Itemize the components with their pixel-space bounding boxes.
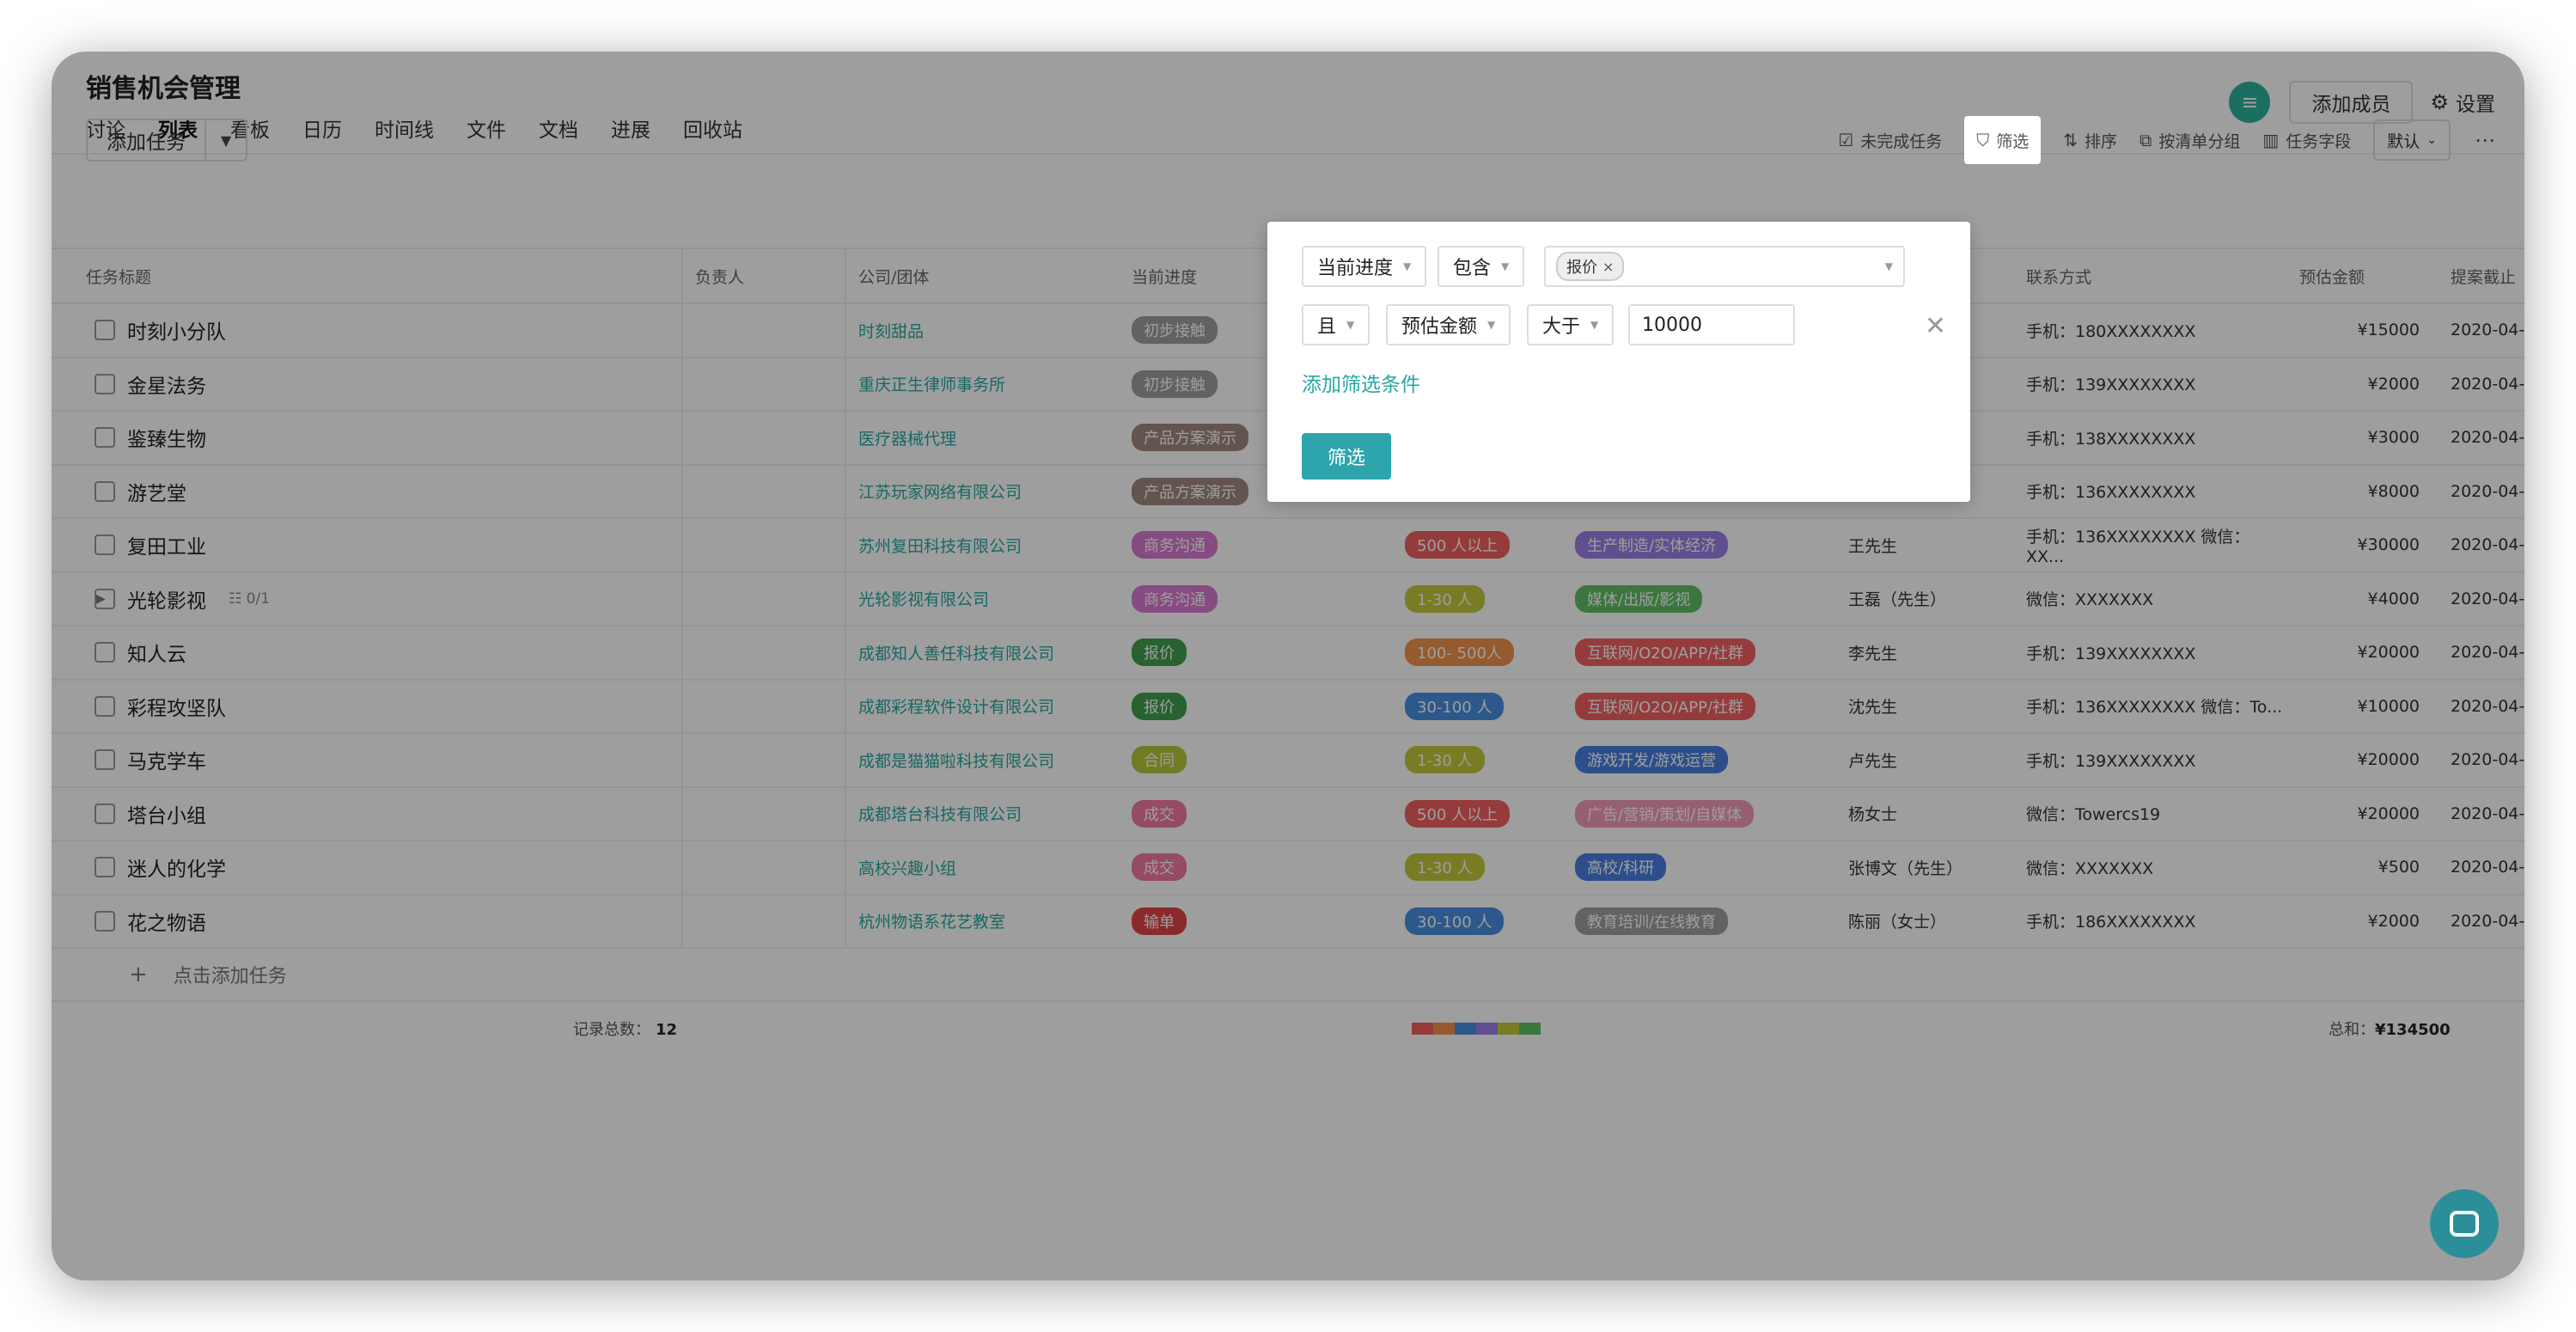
apply-filter-button[interactable]: 筛选: [1302, 433, 1391, 480]
filter-value-multiselect[interactable]: 报价 × ▼: [1544, 246, 1905, 287]
filter-op-1-label: 包含: [1453, 258, 1492, 279]
app-window: 销售机会管理 讨论 列表 看板 日历 时间线 文件 文档 进展 回收站 ≡ 添加…: [52, 52, 2524, 1280]
caret-down-icon: ▼: [1403, 260, 1412, 272]
filter-chip: 报价 ×: [1556, 252, 1625, 281]
chat-bubble-icon: [2450, 1211, 2479, 1237]
chat-button[interactable]: [2430, 1189, 2499, 1258]
filter-chip-label: 报价: [1566, 259, 1597, 277]
add-filter-condition-link[interactable]: 添加筛选条件: [1302, 368, 1420, 397]
close-icon[interactable]: ✕: [1925, 311, 1946, 341]
filter-logic-select[interactable]: 且 ▼: [1302, 304, 1370, 345]
filter-field-1-label: 当前进度: [1317, 258, 1394, 279]
filter-logic-label: 且: [1317, 316, 1337, 338]
filter-op-select-1[interactable]: 包含 ▼: [1438, 246, 1525, 287]
close-icon[interactable]: ×: [1602, 259, 1614, 275]
caret-down-icon: ▼: [1487, 319, 1496, 331]
filter-op-select-2[interactable]: 大于 ▼: [1527, 304, 1615, 345]
filter-op-2-label: 大于: [1542, 316, 1581, 338]
caret-down-icon: ▼: [1590, 319, 1599, 331]
filter-field-select-1[interactable]: 当前进度 ▼: [1302, 246, 1427, 287]
filter-label: 筛选: [1996, 131, 2030, 151]
caret-down-icon: ▼: [1346, 319, 1355, 331]
filter-popup: 当前进度 ▼ 包含 ▼ 报价 × ▼ 且 ▼ 预估金额 ▼ 大于 ▼ 10000 ✕ 添加筛…: [1267, 222, 1970, 502]
funnel-icon: ⛉: [1976, 130, 1990, 150]
caret-down-icon: ▼: [1501, 260, 1510, 272]
filter-field-2-label: 预估金额: [1401, 316, 1478, 338]
filter-button[interactable]: ⛉ 筛选: [1964, 116, 2042, 164]
caret-down-icon: ▼: [1884, 260, 1893, 272]
filter-field-select-2[interactable]: 预估金额 ▼: [1386, 304, 1511, 345]
filter-value-input[interactable]: 10000: [1628, 304, 1795, 345]
